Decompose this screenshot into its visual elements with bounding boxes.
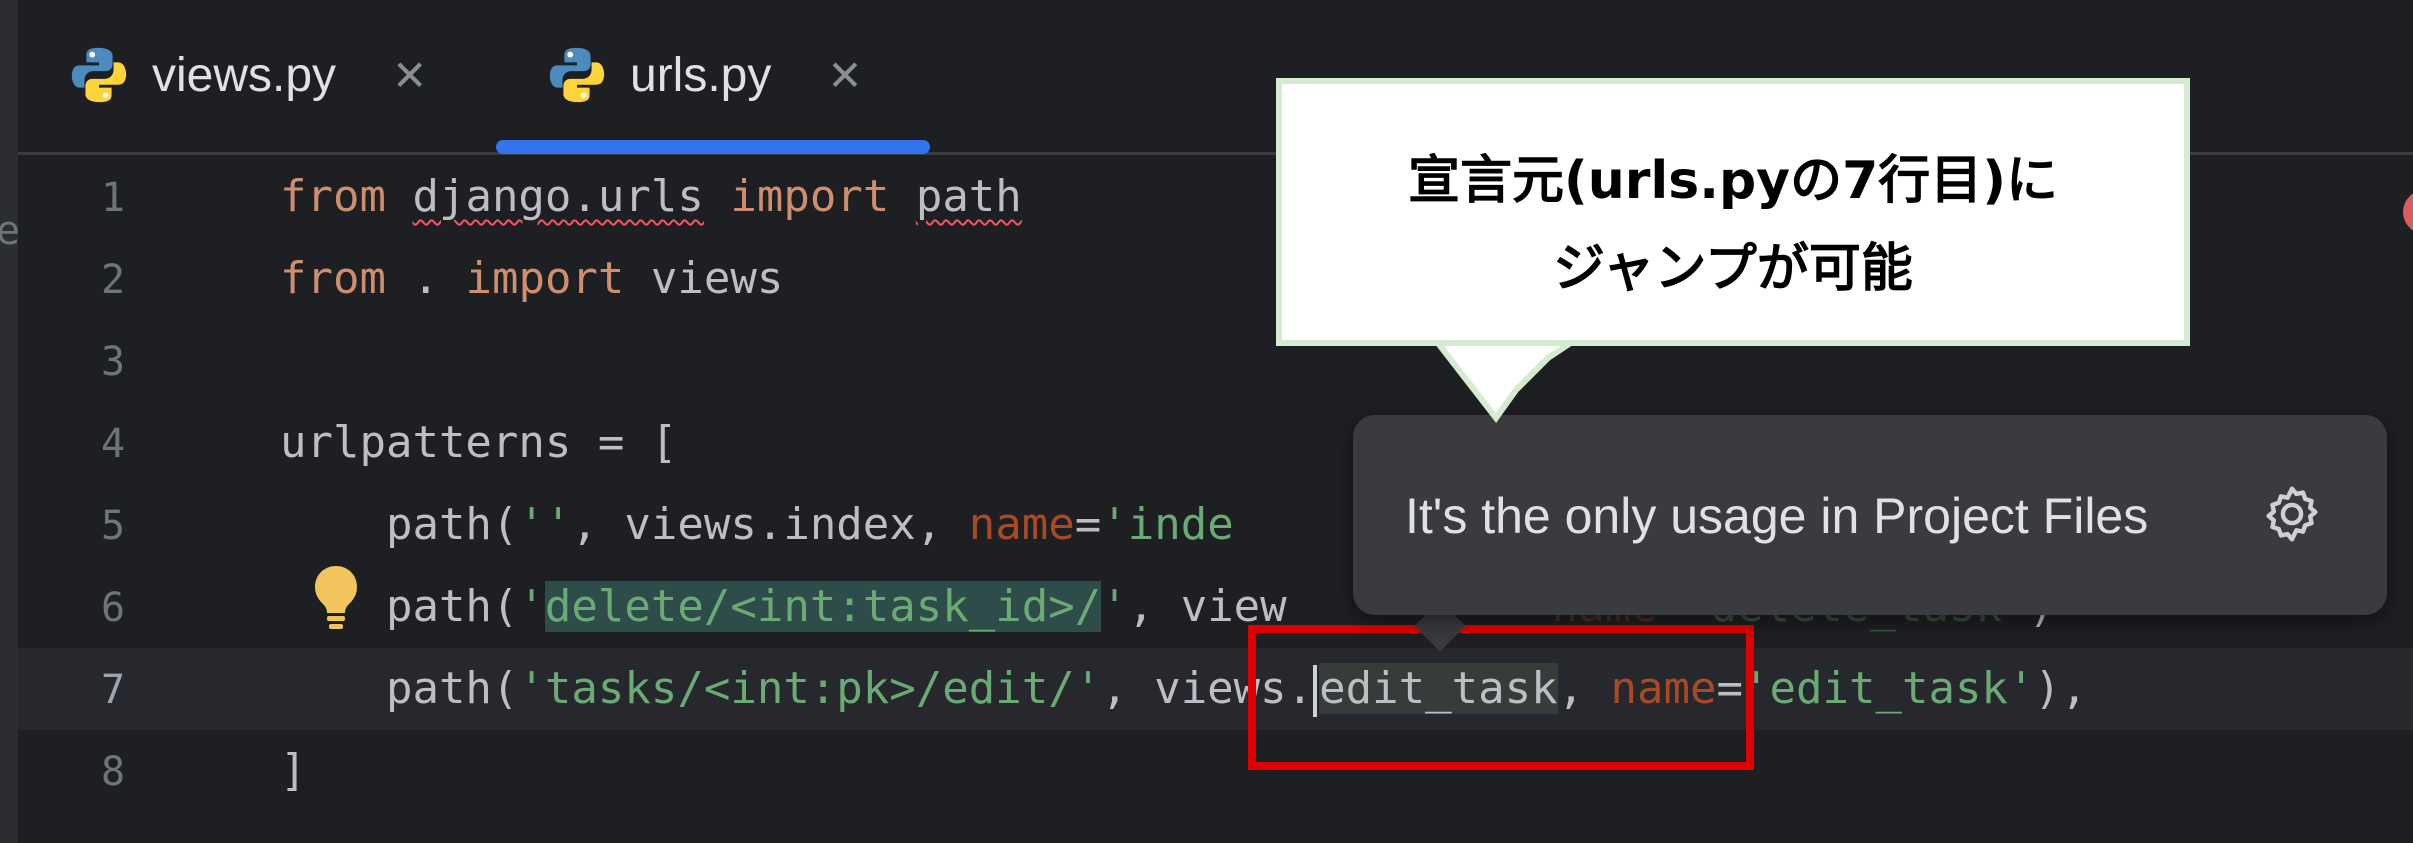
code-text: ]	[280, 745, 307, 796]
string-literal: 'inde	[1101, 499, 1234, 550]
usage-popup: It's the only usage in Project Files	[1353, 415, 2387, 615]
close-icon[interactable]: ✕	[827, 51, 862, 100]
string-literal: 'edit_task'	[1743, 663, 2035, 714]
string-literal: 'tasks/<int:pk>/edit/'	[518, 663, 1102, 714]
keyword: import	[465, 253, 625, 304]
code-text: =	[1074, 499, 1102, 550]
highlighted-string: delete/<int:task_id>/	[544, 581, 1102, 632]
code-text: ),	[2034, 663, 2088, 714]
line-number: 5	[100, 503, 126, 549]
tab-views-py[interactable]: views.py ✕	[68, 30, 427, 120]
string-literal: ''	[518, 499, 572, 550]
keyword: import	[730, 171, 890, 222]
module-name: django.urls	[412, 171, 704, 222]
callout-line-2: ジャンプが可能	[1553, 239, 1913, 299]
active-tab-indicator	[496, 140, 930, 154]
code-text: , views.index,	[571, 499, 969, 550]
line-number: 3	[100, 339, 126, 385]
error-marker-icon[interactable]	[2403, 190, 2413, 234]
tab-urls-py[interactable]: urls.py ✕	[546, 30, 863, 120]
close-icon[interactable]: ✕	[392, 51, 427, 100]
code-line-1[interactable]: from django.urls import path	[280, 167, 1022, 227]
code-line-5[interactable]: path('', views.index, name='inde	[280, 495, 1234, 555]
python-file-icon	[71, 47, 127, 103]
code-line-8[interactable]: ]	[280, 741, 307, 801]
callout-line-1: 宣言元(urls.pyの7行目)に	[1407, 151, 2059, 211]
keyword: from	[280, 253, 386, 304]
code-text: path(	[280, 499, 519, 550]
line-number: 4	[100, 421, 126, 467]
code-line-7[interactable]: path('tasks/<int:pk>/edit/', views. edit_…	[280, 659, 2087, 719]
keyword-argument: name	[968, 499, 1075, 550]
code-text: path(	[280, 663, 519, 714]
callout-tail	[1430, 338, 1584, 424]
left-edge-panel: e	[0, 0, 21, 843]
line-number: 1	[100, 175, 126, 221]
line-number: 6	[100, 585, 126, 631]
popup-message: It's the only usage in Project Files	[1405, 488, 2149, 544]
code-line-4[interactable]: urlpatterns = [	[280, 413, 677, 473]
highlight-box	[1248, 625, 1754, 770]
imported-name: views	[650, 253, 784, 304]
keyword: from	[280, 171, 386, 222]
tab-label: urls.py	[630, 48, 772, 102]
panel-edge-glyph: e	[0, 208, 21, 254]
gear-icon[interactable]	[2259, 481, 2325, 547]
line-number-gutter: 1 2 3 4 5 6 7 8	[18, 155, 268, 843]
imported-name: path	[915, 171, 1022, 222]
line-number-current: 7	[100, 667, 126, 713]
lightbulb-icon[interactable]	[308, 562, 364, 632]
code-text: urlpatterns = [	[280, 417, 678, 468]
line-number: 2	[100, 257, 126, 303]
relative-import-dot: .	[412, 253, 439, 304]
annotation-callout: 宣言元(urls.pyの7行目)に ジャンプが可能	[1276, 78, 2190, 346]
python-file-icon	[549, 47, 605, 103]
line-number: 8	[100, 749, 126, 795]
tab-label: views.py	[152, 48, 337, 102]
string-quote: '	[1101, 581, 1128, 632]
code-line-2[interactable]: from . import views	[280, 249, 783, 309]
string-quote: '	[518, 581, 545, 632]
